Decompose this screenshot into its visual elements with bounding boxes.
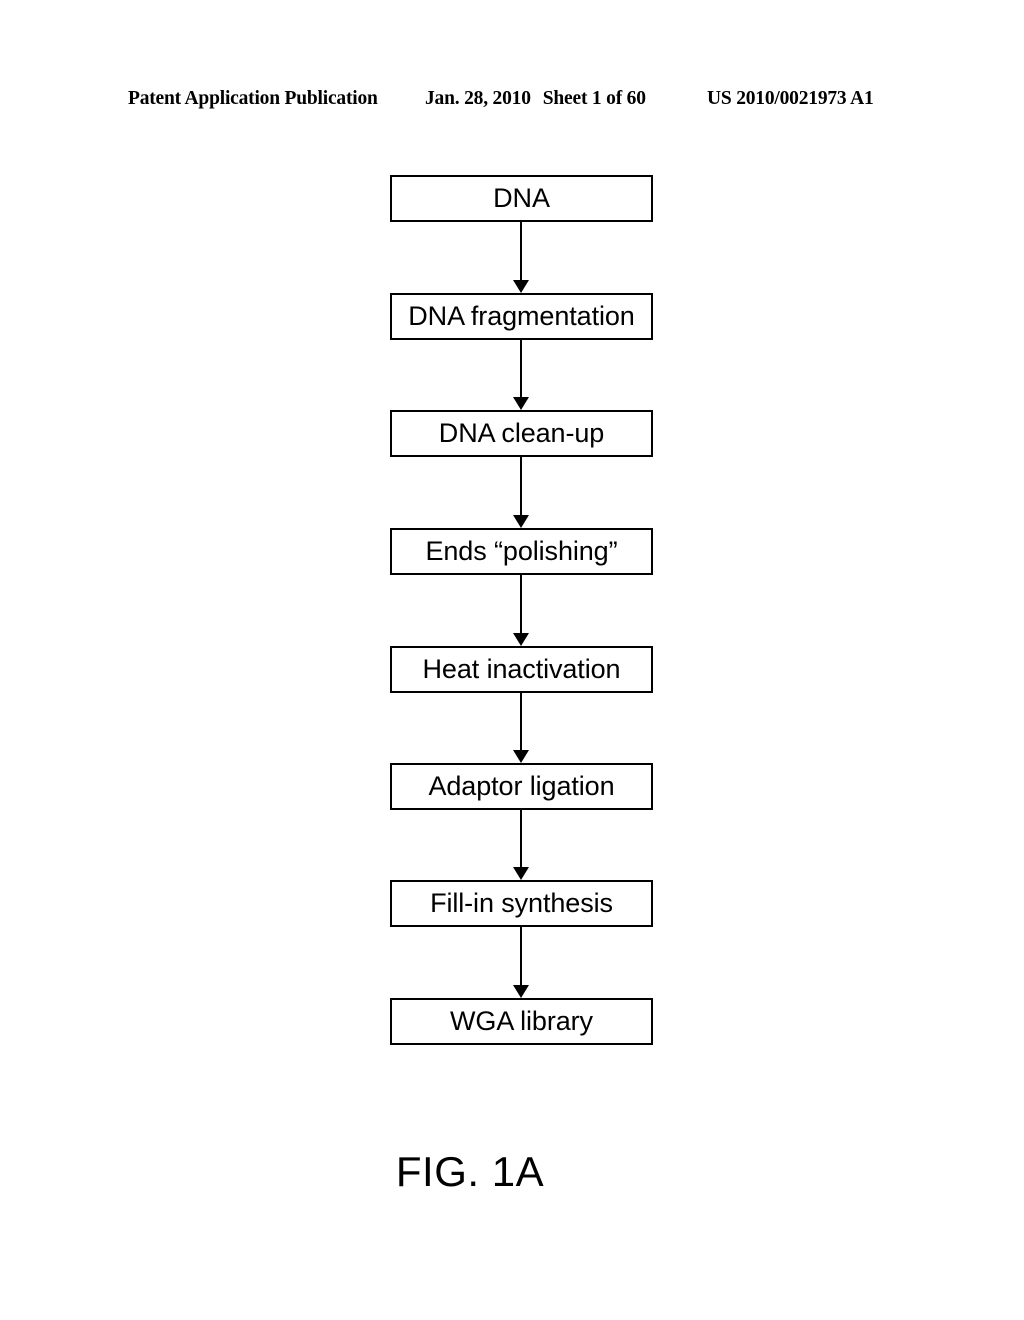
arrow-shaft [520,575,522,634]
flow-node-label: WGA library [450,1006,593,1036]
arrow-head-icon [513,515,529,528]
flow-node-wga-library: WGA library [390,998,653,1045]
figure-caption: FIG. 1A [0,1148,1024,1196]
flow-node-dna-fragmentation: DNA fragmentation [390,293,653,340]
arrow-head-icon [513,397,529,410]
flow-node-label: Heat inactivation [422,654,621,684]
flow-arrow-adaptor-ligation-to-fill-in-synthesis [513,810,529,880]
flow-node-label: Adaptor ligation [428,771,615,801]
wga-library-preparation-flowchart: DNA DNA fragmentation DNA clean-up Ends “po… [0,0,1024,1320]
flow-node-label: DNA [493,183,550,213]
arrow-head-icon [513,633,529,646]
flow-arrow-fill-in-synthesis-to-wga-library [513,927,529,998]
arrow-shaft [520,222,522,281]
arrow-head-icon [513,280,529,293]
flow-node-ends-polishing: Ends “polishing” [390,528,653,575]
flow-arrow-dna-clean-up-to-ends-polishing [513,457,529,528]
arrow-shaft [520,693,522,751]
flow-node-label: DNA fragmentation [408,301,635,331]
arrow-head-icon [513,867,529,880]
flow-node-label: DNA clean-up [438,418,605,448]
flow-arrow-heat-inactivation-to-adaptor-ligation [513,693,529,763]
flow-node-adaptor-ligation: Adaptor ligation [390,763,653,810]
figure-caption-label: FIG. 1A [395,1148,545,1195]
flow-node-dna-clean-up: DNA clean-up [390,410,653,457]
arrow-head-icon [513,750,529,763]
flow-node-fill-in-synthesis: Fill-in synthesis [390,880,653,927]
flow-node-label: Fill-in synthesis [430,888,613,918]
flow-node-dna: DNA [390,175,653,222]
flow-arrow-dna-to-dna-fragmentation [513,222,529,293]
arrow-head-icon [513,985,529,998]
flow-node-heat-inactivation: Heat inactivation [390,646,653,693]
flow-node-label: Ends “polishing” [425,536,618,566]
flow-arrow-dna-fragmentation-to-dna-clean-up [513,340,529,410]
arrow-shaft [520,810,522,868]
arrow-shaft [520,340,522,398]
flow-arrow-ends-polishing-to-heat-inactivation [513,575,529,646]
arrow-shaft [520,927,522,986]
arrow-shaft [520,457,522,516]
